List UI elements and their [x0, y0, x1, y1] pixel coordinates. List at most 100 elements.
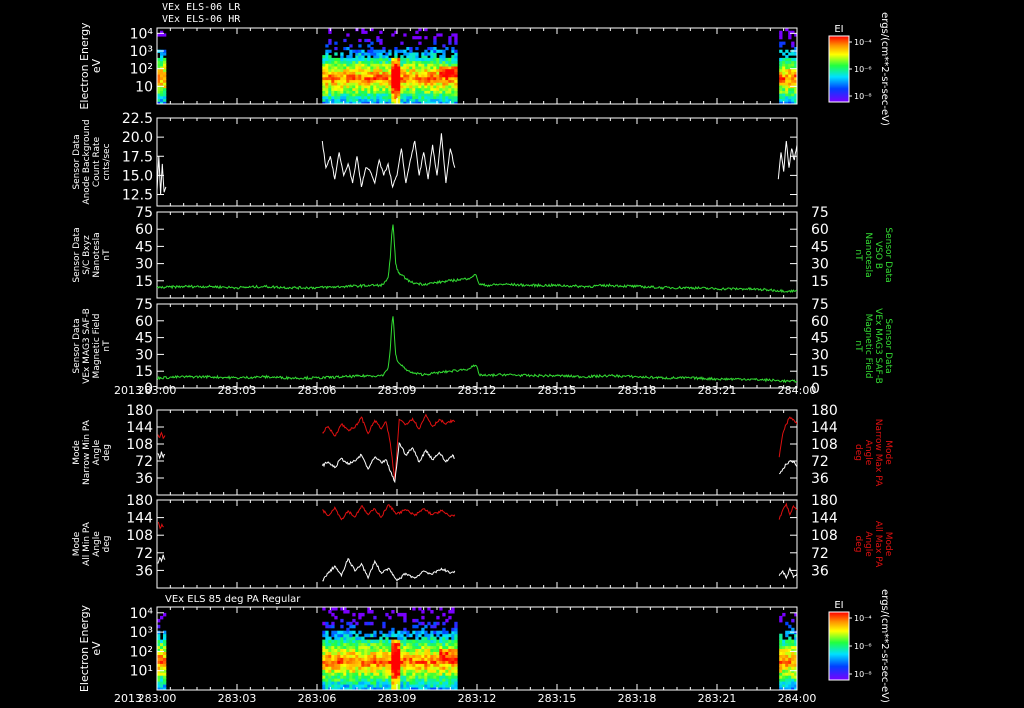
- p7-pixel: [358, 648, 362, 652]
- p7-pixel: [343, 610, 347, 614]
- p7-pixel: [370, 610, 374, 614]
- p1-pixel: [412, 95, 416, 100]
- p1-pixel: [433, 36, 437, 40]
- p1-pixel: [340, 76, 344, 81]
- p1-pixel: [415, 36, 419, 40]
- p7-colorbar-tick-label: 10⁻⁴: [854, 614, 872, 623]
- p7-pixel: [454, 621, 458, 626]
- p5-series-1: [157, 451, 166, 460]
- p7-pixel: [355, 675, 359, 679]
- p1-pixel: [406, 47, 410, 51]
- p7-pixel: [385, 633, 389, 638]
- p7-pixel: [385, 651, 389, 655]
- p7-pixel: [782, 669, 786, 673]
- p7-pixel: [788, 657, 792, 661]
- p7-pixel: [334, 657, 338, 661]
- p7-pixel: [406, 657, 410, 661]
- p7-pixel: [409, 642, 413, 647]
- p3-ytick-label: 75: [135, 205, 153, 221]
- p1-pixel: [400, 49, 404, 53]
- p7-pixel: [361, 648, 365, 652]
- p7-pixel: [785, 669, 789, 673]
- p6-ylabel-right-line: deg: [853, 536, 863, 553]
- p7-pixel: [370, 666, 374, 670]
- p1-pixel: [451, 33, 455, 37]
- p7-pixel: [355, 657, 359, 661]
- time-axis-label: 283:18: [618, 384, 657, 397]
- p7-pixel: [791, 684, 795, 688]
- p2-ylabel: Sensor Data Anode Background Count Rate cnt…: [72, 119, 112, 204]
- p7-pixel: [322, 633, 326, 638]
- p7-pixel: [412, 607, 416, 611]
- p4-ylabel-right-line: nT: [853, 340, 863, 352]
- p7-pixel: [391, 627, 395, 632]
- p4-ylabel-right-line: VEx MAG3 SAF-B: [873, 308, 883, 384]
- p4-ytick-label-r: 75: [811, 297, 829, 313]
- p7-pixel: [433, 666, 437, 670]
- time-axis-label: 283:15: [538, 692, 577, 705]
- p7-pixel: [779, 681, 783, 685]
- p7-pixel: [412, 639, 416, 644]
- p1-pixel: [373, 76, 377, 81]
- p7-pixel: [331, 669, 335, 673]
- p7-pixel: [397, 684, 401, 688]
- p7-pixel: [358, 675, 362, 679]
- p1-pixel: [382, 55, 386, 59]
- p1-pixel: [358, 57, 362, 62]
- p7-pixel: [355, 642, 359, 647]
- p1-pixel: [340, 57, 344, 62]
- p1-pixel: [448, 95, 452, 100]
- p7-pixel: [424, 633, 428, 638]
- p7-pixel: [349, 621, 353, 626]
- p7-pixel: [409, 657, 413, 661]
- p7-pixel: [346, 610, 350, 614]
- p7-pixel: [782, 642, 786, 647]
- p7-pixel: [791, 657, 795, 661]
- p7-pixel: [394, 642, 398, 647]
- p1-pixel: [779, 57, 783, 62]
- p5-frame: [156, 409, 798, 496]
- p7-pixel: [385, 657, 389, 661]
- p7-pixel: [325, 624, 329, 629]
- p7-pixel: [376, 684, 380, 688]
- p7-pixel: [352, 630, 356, 635]
- p7-pixel: [364, 633, 368, 638]
- p7-pixel: [337, 639, 341, 644]
- p7-pixel: [346, 642, 350, 647]
- p7-pixel: [355, 621, 359, 626]
- p7-pixel: [334, 684, 338, 688]
- p1-pixel: [364, 95, 368, 100]
- p1-pixel: [391, 95, 395, 100]
- p1-pixel: [370, 76, 374, 81]
- p1-pixel: [391, 57, 395, 62]
- p7-pixel: [788, 675, 792, 679]
- p1-pixel: [325, 76, 329, 81]
- p7-frame: [156, 606, 798, 691]
- p7-pixel: [418, 630, 422, 635]
- p7-pixel: [788, 681, 792, 685]
- p1-pixel: [355, 76, 359, 81]
- p7-pixel: [364, 669, 368, 673]
- p7-pixel: [451, 607, 455, 611]
- p1-ylabel: Electron Energy eV: [78, 22, 103, 110]
- p7-pixel: [346, 660, 350, 664]
- multi-panel-plot: 1010²10³10⁴Electron Energy eVEI10⁻⁴10⁻⁶10…: [72, 12, 893, 705]
- p7-pixel: [337, 657, 341, 661]
- p1-pixel: [328, 49, 332, 53]
- p7-pixel: [403, 636, 407, 641]
- p6-ylabel-right: ModeAll Max PAAngledeg: [853, 521, 893, 568]
- p1-pixel: [439, 33, 443, 37]
- p7-pixel: [367, 675, 371, 679]
- p7-pixel: [779, 684, 783, 688]
- p1-ytick-label: 10⁴: [130, 26, 154, 42]
- p7-pixel: [397, 657, 401, 661]
- p7-pixel: [433, 669, 437, 673]
- p7-pixel: [331, 639, 335, 644]
- p7-pixel: [779, 675, 783, 679]
- p7-pixel: [409, 684, 413, 688]
- p1-pixel: [394, 47, 398, 51]
- p6-ylabel-line: Mode: [72, 531, 82, 556]
- p1-pixel: [415, 76, 419, 81]
- p7-pixel: [355, 666, 359, 670]
- p7-pixel: [785, 660, 789, 664]
